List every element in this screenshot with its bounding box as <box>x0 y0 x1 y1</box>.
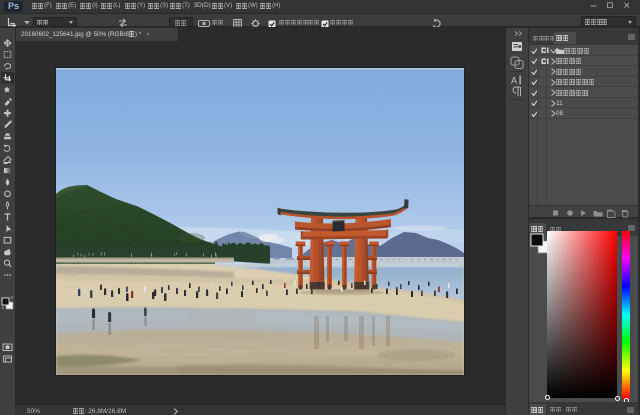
svg-text:A: A <box>511 76 517 86</box>
